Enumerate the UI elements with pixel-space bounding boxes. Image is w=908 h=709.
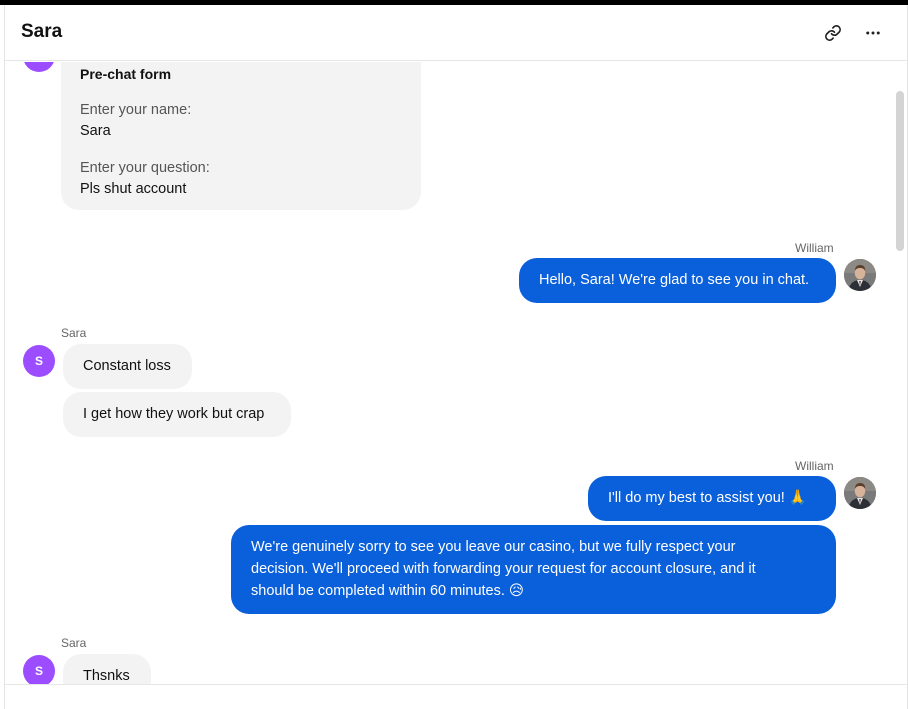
prechat-form-card: Pre-chat form Enter your name: Sara Ente… [61,62,421,210]
visitor-message: Constant loss [63,344,192,389]
visitor-sender-name: Sara [61,636,87,650]
name-label: Enter your name: [80,102,192,118]
agent-message: I'll do my best to assist you! 🙏 [588,476,836,521]
copy-link-button[interactable] [819,19,847,47]
visitor-avatar: S [23,345,55,377]
prechat-form-title: Pre-chat form [80,66,172,82]
name-value: Sara [80,123,111,139]
agent-message: We're genuinely sorry to see you leave o… [231,525,836,614]
question-label: Enter your question: [80,160,210,176]
visitor-message: I get how they work but crap [63,392,291,437]
question-value: Pls shut account [80,181,187,197]
agent-sender-name: William [795,459,834,473]
agent-photo-icon [844,477,876,509]
visitor-avatar [23,62,55,72]
link-icon [825,25,841,41]
visitor-avatar: S [23,655,55,684]
chat-window: Sara Pre-chat form Enter your name: Sara… [4,5,908,709]
chat-title: Sara [21,21,63,42]
visitor-message: Thsnks [63,654,151,684]
agent-message-line: We're genuinely sorry to see you leave o… [251,539,736,555]
agent-sender-name: William [795,241,834,255]
agent-message-line: should be completed within 60 minutes. 😥 [251,583,525,599]
message-thread[interactable]: Pre-chat form Enter your name: Sara Ente… [5,62,907,684]
more-horizontal-icon [866,31,880,35]
agent-avatar [844,477,876,509]
visitor-sender-name: Sara [61,326,87,340]
agent-message-line: decision. We'll proceed with forwarding … [251,561,756,577]
agent-photo-icon [844,259,876,291]
more-options-button[interactable] [859,19,887,47]
chat-header: Sara [5,5,907,61]
message-composer[interactable] [5,684,907,709]
agent-avatar [844,259,876,291]
thread-scrollbar[interactable] [896,91,904,251]
agent-message: Hello, Sara! We're glad to see you in ch… [519,258,836,303]
